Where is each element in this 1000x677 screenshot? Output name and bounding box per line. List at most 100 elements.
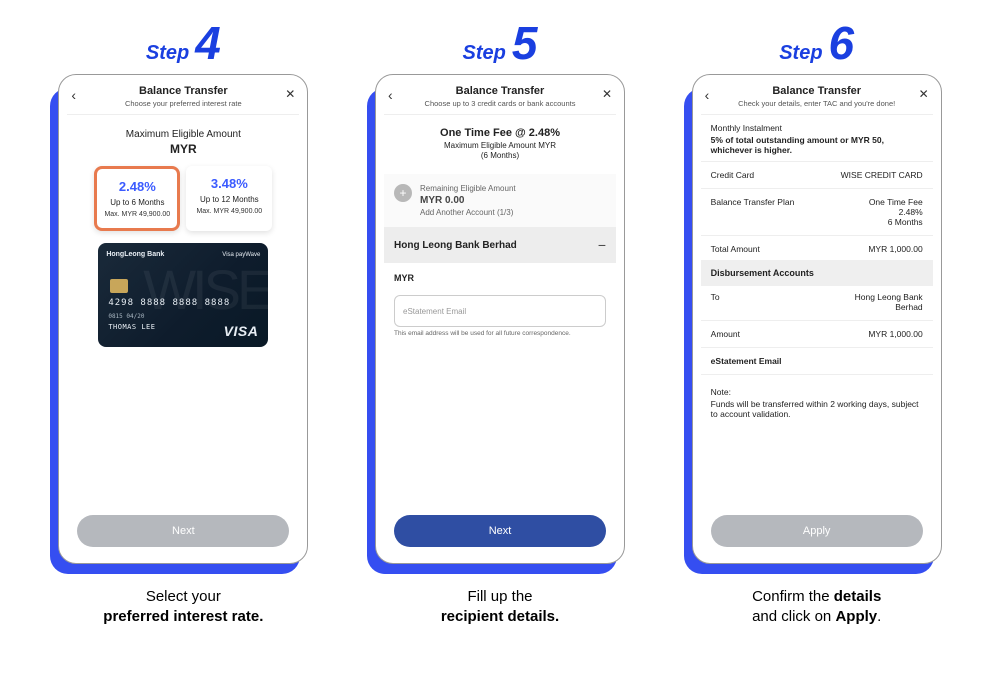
fee-title: One Time Fee @ 2.48% bbox=[384, 127, 616, 139]
step-word: Step bbox=[146, 42, 189, 65]
fee-sub1: Maximum Eligible Amount MYR bbox=[384, 141, 616, 150]
label: Balance Transfer Plan bbox=[711, 197, 795, 207]
plan-line3: 6 Months bbox=[888, 217, 923, 227]
screen-header: ‹ Balance Transfer Choose your preferred… bbox=[67, 81, 299, 115]
close-icon[interactable]: ✕ bbox=[919, 87, 929, 101]
remaining-label: Remaining Eligible Amount bbox=[420, 184, 516, 193]
rate-max: Max. MYR 49,900.00 bbox=[103, 211, 171, 218]
instalment-desc: 5% of total outstanding amount or MYR 50… bbox=[711, 135, 923, 155]
screen-title: Balance Transfer bbox=[711, 85, 923, 97]
phone-frame-4: ‹ Balance Transfer Choose your preferred… bbox=[58, 74, 308, 569]
card-meta: 0815 04/20 bbox=[108, 313, 144, 320]
email-input[interactable]: eStatement Email bbox=[394, 295, 606, 327]
plus-icon[interactable]: + bbox=[394, 184, 412, 202]
divider bbox=[701, 347, 933, 348]
phone-screen-4: ‹ Balance Transfer Choose your preferred… bbox=[58, 74, 308, 564]
caption-text: Confirm the bbox=[752, 588, 834, 605]
apply-button[interactable]: Apply bbox=[711, 515, 923, 547]
step-word: Step bbox=[463, 42, 506, 65]
plan-line1: One Time Fee bbox=[869, 197, 923, 207]
caption-bold: Apply bbox=[835, 608, 877, 625]
value: One Time Fee 2.48% 6 Months bbox=[869, 197, 923, 227]
screen-title: Balance Transfer bbox=[77, 85, 289, 97]
caption-step-6: Confirm the details and click on Apply. bbox=[752, 587, 881, 628]
disbursement-section: Disbursement Accounts bbox=[701, 260, 933, 286]
divider bbox=[701, 320, 933, 321]
screen-header: ‹ Balance Transfer Choose up to 3 credit… bbox=[384, 81, 616, 115]
phone-screen-6: ‹ Balance Transfer Check your details, e… bbox=[692, 74, 942, 564]
screen-subtitle: Check your details, enter TAC and you're… bbox=[711, 99, 923, 108]
eligible-amount-currency: MYR bbox=[67, 142, 299, 156]
screen-subtitle: Choose up to 3 credit cards or bank acco… bbox=[394, 99, 606, 108]
caption-text: and click on bbox=[752, 608, 835, 625]
phone-frame-6: ‹ Balance Transfer Check your details, e… bbox=[692, 74, 942, 569]
label: eStatement Email bbox=[711, 356, 782, 366]
back-icon[interactable]: ‹ bbox=[705, 87, 710, 103]
row-plan: Balance Transfer Plan One Time Fee 2.48%… bbox=[701, 191, 933, 233]
remaining-value: MYR 0.00 bbox=[420, 195, 516, 206]
value: MYR 1,000.00 bbox=[868, 244, 922, 254]
next-button[interactable]: Next bbox=[394, 515, 606, 547]
label: Credit Card bbox=[711, 170, 754, 180]
row-to: To Hong Leong Bank Berhad bbox=[701, 286, 933, 318]
fee-sub2: (6 Months) bbox=[384, 151, 616, 160]
credit-card-visual: HongLeong Bank Visa payWave WISE 4298 88… bbox=[98, 243, 268, 347]
row-credit-card: Credit Card WISE CREDIT CARD bbox=[701, 164, 933, 186]
step-6-column: Step 6 ‹ Balance Transfer Check your det… bbox=[673, 20, 960, 628]
phone-frame-5: ‹ Balance Transfer Choose up to 3 credit… bbox=[375, 74, 625, 569]
card-number: 4298 8888 8888 8888 bbox=[108, 298, 230, 308]
back-icon[interactable]: ‹ bbox=[388, 87, 393, 103]
screen-subtitle: Choose your preferred interest rate bbox=[77, 99, 289, 108]
step-5-column: Step 5 ‹ Balance Transfer Choose up to 3… bbox=[357, 20, 644, 628]
phone-screen-5: ‹ Balance Transfer Choose up to 3 credit… bbox=[375, 74, 625, 564]
row-total: Total Amount MYR 1,000.00 bbox=[701, 238, 933, 260]
bank-row[interactable]: Hong Leong Bank Berhad − bbox=[384, 227, 616, 263]
rate-options: 2.48% Up to 6 Months Max. MYR 49,900.00 … bbox=[77, 166, 289, 231]
rate-max: Max. MYR 49,900.00 bbox=[192, 208, 266, 215]
divider bbox=[701, 235, 933, 236]
email-hint: This email address will be used for all … bbox=[394, 330, 606, 337]
caption-text: Select your bbox=[146, 588, 221, 605]
caption-bold: recipient details. bbox=[441, 608, 559, 625]
row-amount: Amount MYR 1,000.00 bbox=[701, 323, 933, 345]
screen-header: ‹ Balance Transfer Check your details, e… bbox=[701, 81, 933, 115]
value: Hong Leong Bank Berhad bbox=[855, 292, 923, 312]
close-icon[interactable]: ✕ bbox=[602, 87, 612, 101]
to-line2: Berhad bbox=[895, 302, 922, 312]
plan-line2: 2.48% bbox=[899, 207, 923, 217]
caption-text: . bbox=[877, 608, 881, 625]
label: Amount bbox=[711, 329, 740, 339]
row-estatement: eStatement Email bbox=[701, 350, 933, 372]
to-line1: Hong Leong Bank bbox=[855, 292, 923, 302]
add-account-block[interactable]: + Remaining Eligible Amount MYR 0.00 Add… bbox=[384, 174, 616, 227]
value: MYR 1,000.00 bbox=[868, 329, 922, 339]
rate-option-6m[interactable]: 2.48% Up to 6 Months Max. MYR 49,900.00 bbox=[94, 166, 180, 231]
step-number-4: 4 bbox=[195, 20, 221, 66]
rate-value: 3.48% bbox=[192, 176, 266, 191]
note-title: Note: bbox=[711, 387, 923, 397]
add-account-label: Add Another Account (1/3) bbox=[420, 208, 516, 217]
card-brand-wise: WISE bbox=[143, 257, 268, 322]
back-icon[interactable]: ‹ bbox=[71, 87, 76, 103]
next-button[interactable]: Next bbox=[77, 515, 289, 547]
caption-bold: preferred interest rate. bbox=[103, 608, 263, 625]
label: Total Amount bbox=[711, 244, 760, 254]
screen-title: Balance Transfer bbox=[394, 85, 606, 97]
caption-bold: details bbox=[834, 588, 882, 605]
minus-icon[interactable]: − bbox=[598, 237, 606, 253]
rate-option-12m[interactable]: 3.48% Up to 12 Months Max. MYR 49,900.00 bbox=[186, 166, 272, 231]
label: To bbox=[711, 292, 720, 302]
rate-value: 2.48% bbox=[103, 179, 171, 194]
caption-step-4: Select your preferred interest rate. bbox=[103, 587, 263, 628]
rate-term: Up to 12 Months bbox=[192, 195, 266, 204]
chip-icon bbox=[110, 279, 128, 293]
card-holder-name: THOMAS LEE bbox=[108, 323, 155, 331]
rate-term: Up to 6 Months bbox=[103, 198, 171, 207]
divider bbox=[701, 374, 933, 375]
caption-text: Fill up the bbox=[467, 588, 532, 605]
close-icon[interactable]: ✕ bbox=[285, 87, 295, 101]
divider bbox=[701, 161, 933, 162]
eligible-amount-label: Maximum Eligible Amount bbox=[67, 129, 299, 140]
visa-logo: VISA bbox=[224, 323, 259, 339]
step-4-heading: Step 4 bbox=[146, 20, 221, 66]
